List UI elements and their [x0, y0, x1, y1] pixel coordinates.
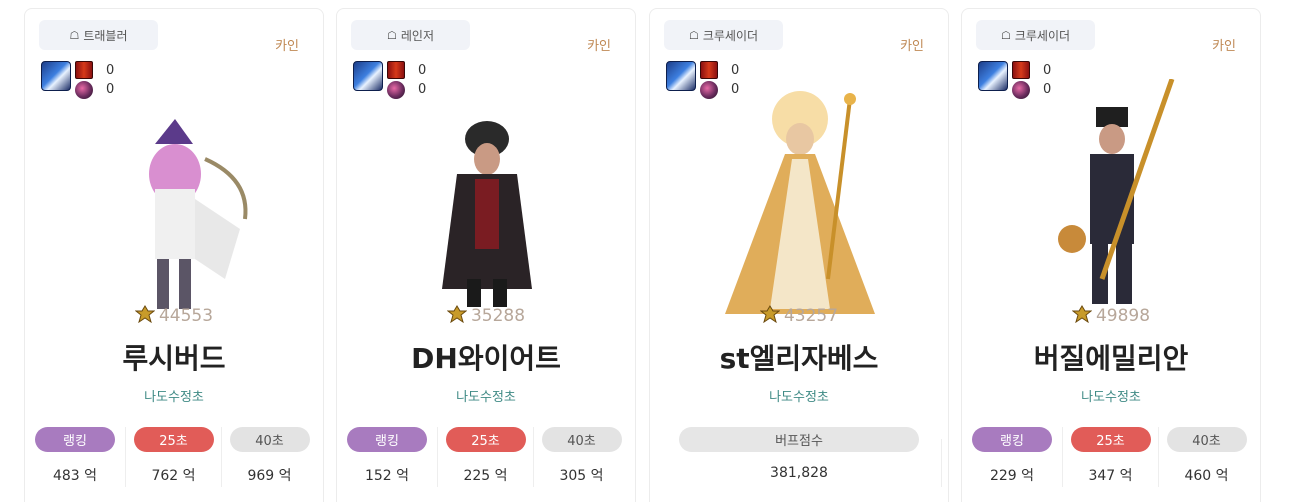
fame-value: 35288 — [470, 306, 526, 326]
buff-avatar-icon — [41, 61, 71, 91]
character-sprite — [442, 121, 532, 307]
stat-value: 483 억 — [52, 468, 98, 484]
stat-value: 347 억 — [1088, 468, 1133, 484]
fame-crest-icon — [446, 305, 467, 323]
character-card[interactable]: ☖ 크루세이더 카인 0 0 49898 버질에밀리안 나도수정초 랭킹 229… — [961, 8, 1261, 502]
awakening-badge-icon: ☖ — [688, 28, 699, 42]
buff-avatar-icon — [978, 61, 1008, 91]
buff-count: 0 — [106, 63, 115, 78]
buff-book-icon — [75, 61, 93, 79]
character-card[interactable]: ☖ 트래블러 카인 0 0 44553 루시버드 나도수정초 랭킹 483 억 … — [24, 8, 324, 502]
stat-value: 460 억 — [1184, 468, 1229, 484]
buff-score-block: 버프점수 381,828 — [650, 427, 948, 481]
buff-book-icon — [1012, 61, 1030, 79]
buff-count: 0 — [1043, 63, 1052, 78]
t25-pill: 25초 — [1070, 427, 1151, 452]
job-badge: ☖ 크루세이더 — [976, 20, 1095, 50]
job-badge: ☖ 레인저 — [351, 20, 470, 50]
fame-display: 49898 — [962, 305, 1260, 326]
buff-book-icon — [700, 61, 718, 79]
job-badge: ☖ 크루세이더 — [664, 20, 783, 50]
buff-avatar-icon — [353, 61, 383, 91]
character-sprite — [149, 119, 248, 309]
t25-pill: 25초 — [133, 427, 214, 452]
fame-value: 43257 — [783, 306, 839, 326]
stat-value: 762 억 — [151, 468, 196, 484]
stat-ranking: 랭킹 229 억 — [964, 427, 1060, 487]
server-name: 카인 — [587, 39, 611, 54]
fame-crest-icon — [1071, 305, 1092, 323]
buff-avatar-icon — [666, 61, 696, 91]
character-sprite — [1058, 79, 1175, 304]
t40-pill: 40초 — [229, 427, 310, 452]
buff-book-icon — [387, 61, 405, 79]
buff-score-value: 381,828 — [770, 465, 828, 481]
job-name: 크루세이더 — [1014, 28, 1071, 43]
damage-stats: 랭킹 483 억 25초 762 억 40초 969 억 — [25, 427, 323, 487]
job-name: 트래블러 — [83, 28, 128, 43]
guild-name[interactable]: 나도수정초 — [962, 386, 1260, 405]
character-card[interactable]: ☖ 크루세이더 카인 0 0 43257 st엘리자베스 나도수정초 버프점수 … — [649, 8, 949, 502]
job-name: 크루세이더 — [702, 28, 759, 43]
awakening-badge-icon: ☖ — [387, 28, 397, 42]
fame-value: 49898 — [1095, 306, 1151, 326]
fame-crest-icon — [134, 305, 155, 323]
awakening-badge-icon: ☖ — [1000, 28, 1011, 42]
fame-display: 43257 — [650, 305, 948, 326]
guild-name[interactable]: 나도수정초 — [650, 386, 948, 405]
ranking-pill: 랭킹 — [35, 427, 115, 452]
character-sprite — [725, 91, 875, 314]
stat-value: 305 억 — [559, 468, 604, 484]
character-name[interactable]: 루시버드 — [25, 337, 323, 377]
t40-pill: 40초 — [1166, 427, 1247, 452]
stat-40s: 40초 460 억 — [1158, 427, 1254, 487]
buff-count: 0 — [418, 63, 427, 78]
t25-pill: 25초 — [445, 427, 526, 452]
stat-value: 152 억 — [364, 468, 410, 484]
awakening-badge-icon: ☖ — [69, 28, 80, 42]
guild-name[interactable]: 나도수정초 — [25, 386, 323, 405]
stat-40s: 40초 969 억 — [221, 427, 317, 487]
character-name[interactable]: DH와이어트 — [337, 337, 635, 377]
ranking-pill: 랭킹 — [972, 427, 1052, 452]
server-name: 카인 — [275, 39, 299, 54]
buff-score-pill: 버프점수 — [679, 427, 919, 452]
character-name[interactable]: st엘리자베스 — [650, 337, 948, 377]
character-name[interactable]: 버질에밀리안 — [962, 337, 1260, 377]
server-name: 카인 — [1212, 39, 1236, 54]
stat-value: 225 억 — [463, 468, 508, 484]
buff-count: 0 — [731, 63, 740, 78]
job-name: 레인저 — [400, 28, 434, 43]
stat-value: 229 억 — [989, 468, 1035, 484]
stat-value: 969 억 — [247, 468, 292, 484]
ranking-pill: 랭킹 — [347, 427, 427, 452]
stat-25s: 25초 762 억 — [125, 427, 221, 487]
damage-stats: 랭킹 152 억 25초 225 억 40초 305 억 — [337, 427, 635, 487]
fame-value: 44553 — [158, 306, 214, 326]
buff-score: 버프점수 381,828 — [650, 427, 948, 487]
stat-25s: 25초 225 억 — [437, 427, 533, 487]
stat-25s: 25초 347 억 — [1062, 427, 1158, 487]
fame-display: 44553 — [25, 305, 323, 326]
server-name: 카인 — [900, 39, 924, 54]
character-card[interactable]: ☖ 레인저 카인 0 0 35288 DH와이어트 나도수정초 랭킹 152 억… — [336, 8, 636, 502]
damage-stats: 랭킹 229 억 25초 347 억 40초 460 억 — [962, 427, 1260, 487]
job-badge: ☖ 트래블러 — [39, 20, 158, 50]
guild-name[interactable]: 나도수정초 — [337, 386, 635, 405]
t40-pill: 40초 — [541, 427, 622, 452]
fame-crest-icon — [759, 305, 780, 323]
stat-40s: 40초 305 억 — [533, 427, 629, 487]
divider — [941, 439, 942, 487]
stat-ranking: 랭킹 152 억 — [339, 427, 435, 487]
fame-display: 35288 — [337, 305, 635, 326]
stat-ranking: 랭킹 483 억 — [27, 427, 123, 487]
